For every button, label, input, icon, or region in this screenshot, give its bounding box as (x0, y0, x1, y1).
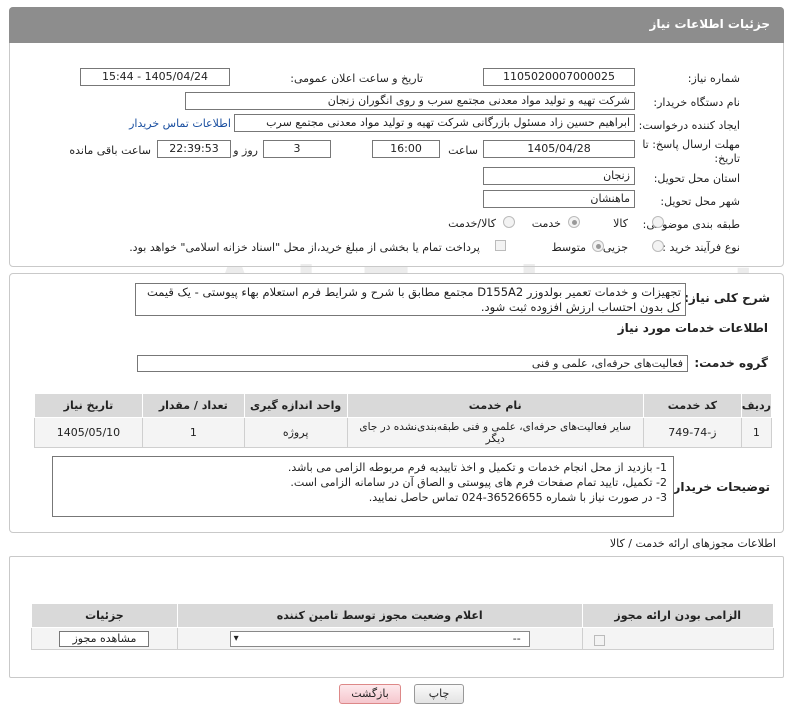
creator-label: ایجاد کننده درخواست: (638, 119, 740, 132)
col-qty: تعداد / مقدار (141, 393, 245, 418)
treasury-payment-checkbox[interactable] (495, 240, 506, 251)
col-name: نام خدمت (346, 393, 644, 418)
creator-field: ابراهیم حسین زاد مسئول بازرگانی شرکت تهی… (234, 114, 635, 132)
remaining-time-field: 22:39:53 (157, 140, 231, 158)
days-field: 3 (263, 140, 331, 158)
need-number-label: شماره نیاز: (687, 72, 740, 85)
process-medium-label: متوسط (551, 241, 586, 254)
city-label: شهر محل تحویل: (660, 195, 740, 208)
services-table: ردیف کد خدمت نام خدمت واحد اندازه گیری ت… (34, 393, 773, 448)
services-section-title: اطلاعات خدمات مورد نیاز (617, 321, 768, 335)
buyer-org-field: شرکت تهیه و تولید مواد معدنی مجتمع سرب و… (185, 92, 635, 110)
header-bar: جزئیات اطلاعات نیاز (9, 7, 784, 43)
cell-unit: پروژه (243, 417, 348, 448)
chevron-down-icon: ▾ (233, 632, 239, 644)
city-field: ماهنشان (483, 190, 635, 208)
service-group-label: گروه خدمت: (694, 356, 768, 370)
cell-code: ز-74-749 (642, 417, 742, 448)
services-header-row: ردیف کد خدمت نام خدمت واحد اندازه گیری ت… (34, 393, 773, 418)
permits-header-row: الزامی بودن ارائه مجوز اعلام وضعیت مجوز … (31, 603, 774, 628)
view-permit-button[interactable]: مشاهده مجوز (59, 630, 150, 647)
permit-details-cell: مشاهده مجوز (31, 627, 178, 650)
summary-text: تجهیزات و خدمات تعمیر بولدوزر D155A2 مجت… (135, 283, 686, 316)
cell-date: 1405/05/10 (34, 417, 143, 448)
category-service-radio[interactable] (568, 216, 580, 228)
time-label: ساعت (448, 144, 478, 157)
buyer-notes-label: توضیحات خریدار: (668, 480, 770, 494)
treasury-payment-note: پرداخت تمام یا بخشی از مبلغ خرید،از محل … (129, 241, 480, 254)
process-label: نوع فرآیند خرید : (662, 241, 740, 254)
buyer-note-line: 1- بازدید از محل انجام خدمات و تکمیل و ا… (287, 461, 667, 474)
service-group-field: فعالیت‌های حرفه‌ای، علمی و فنی (137, 355, 688, 372)
announce-field: 1405/04/24 - 15:44 (80, 68, 230, 86)
permit-status-select[interactable]: -- ▾ (229, 630, 530, 647)
category-both-label: کالا/خدمت (448, 217, 496, 230)
permit-required-checkbox (593, 635, 605, 646)
days-label: روز و (233, 144, 258, 157)
permits-section-title: اطلاعات مجوزهای ارائه خدمت / کالا (609, 537, 776, 550)
cell-row: 1 (740, 417, 773, 448)
category-both-radio[interactable] (503, 216, 515, 228)
buyer-contact-link[interactable]: اطلاعات تماس خریدار (129, 117, 231, 130)
province-label: استان محل تحویل: (653, 172, 740, 185)
category-service-label: خدمت (531, 217, 561, 230)
cell-qty: 1 (141, 417, 245, 448)
buyer-note-line: 3- در صورت نیاز با شماره 36526655-024 تم… (368, 491, 667, 504)
deadline-time-field: 16:00 (372, 140, 440, 158)
remaining-label: ساعت باقی مانده (69, 144, 151, 157)
col-unit: واحد اندازه گیری (243, 393, 348, 418)
col-permit-required: الزامی بودن ارائه مجوز (581, 603, 774, 628)
permit-status-value: -- (512, 631, 521, 645)
province-field: زنجان (483, 167, 635, 185)
category-goods-label: کالا (613, 217, 628, 230)
process-minor-label: جزیی (602, 241, 628, 254)
col-permit-status: اعلام وضعیت مجوز توسط تامین کننده (176, 603, 583, 628)
deadline-label: مهلت ارسال پاسخ: تا تاریخ: (642, 138, 740, 165)
table-row: 1 ز-74-749 سایر فعالیت‌های حرفه‌ای، علمی… (34, 417, 773, 448)
buyer-notes-box: 1- بازدید از محل انجام خدمات و تکمیل و ا… (52, 456, 674, 517)
print-button[interactable]: چاپ (414, 684, 464, 704)
permits-table: الزامی بودن ارائه مجوز اعلام وضعیت مجوز … (31, 603, 774, 650)
process-minor-radio[interactable] (652, 240, 664, 252)
col-code: کد خدمت (642, 393, 742, 418)
buyer-note-line: 2- تکمیل، تایید تمام صفحات فرم های پیوست… (290, 476, 667, 489)
summary-label: شرح کلی نیاز: (684, 291, 770, 305)
process-medium-radio[interactable] (592, 240, 604, 252)
need-number-field: 1105020007000025 (483, 68, 635, 86)
col-row: ردیف (740, 393, 773, 418)
back-button[interactable]: بازگشت (339, 684, 401, 704)
cell-name: سایر فعالیت‌های حرفه‌ای، علمی و فنی طبقه… (346, 417, 644, 448)
buyer-org-label: نام دستگاه خریدار: (653, 96, 740, 109)
col-permit-details: جزئیات (31, 603, 178, 628)
permit-status-cell: -- ▾ (176, 627, 583, 650)
category-goods-radio[interactable] (652, 216, 664, 228)
permit-required-cell (581, 627, 774, 650)
col-date: تاریخ نیاز (34, 393, 143, 418)
table-row: -- ▾ مشاهده مجوز (31, 627, 774, 650)
page-title: جزئیات اطلاعات نیاز (649, 17, 770, 31)
deadline-date-field: 1405/04/28 (483, 140, 635, 158)
announce-label: تاریخ و ساعت اعلان عمومی: (290, 72, 423, 85)
